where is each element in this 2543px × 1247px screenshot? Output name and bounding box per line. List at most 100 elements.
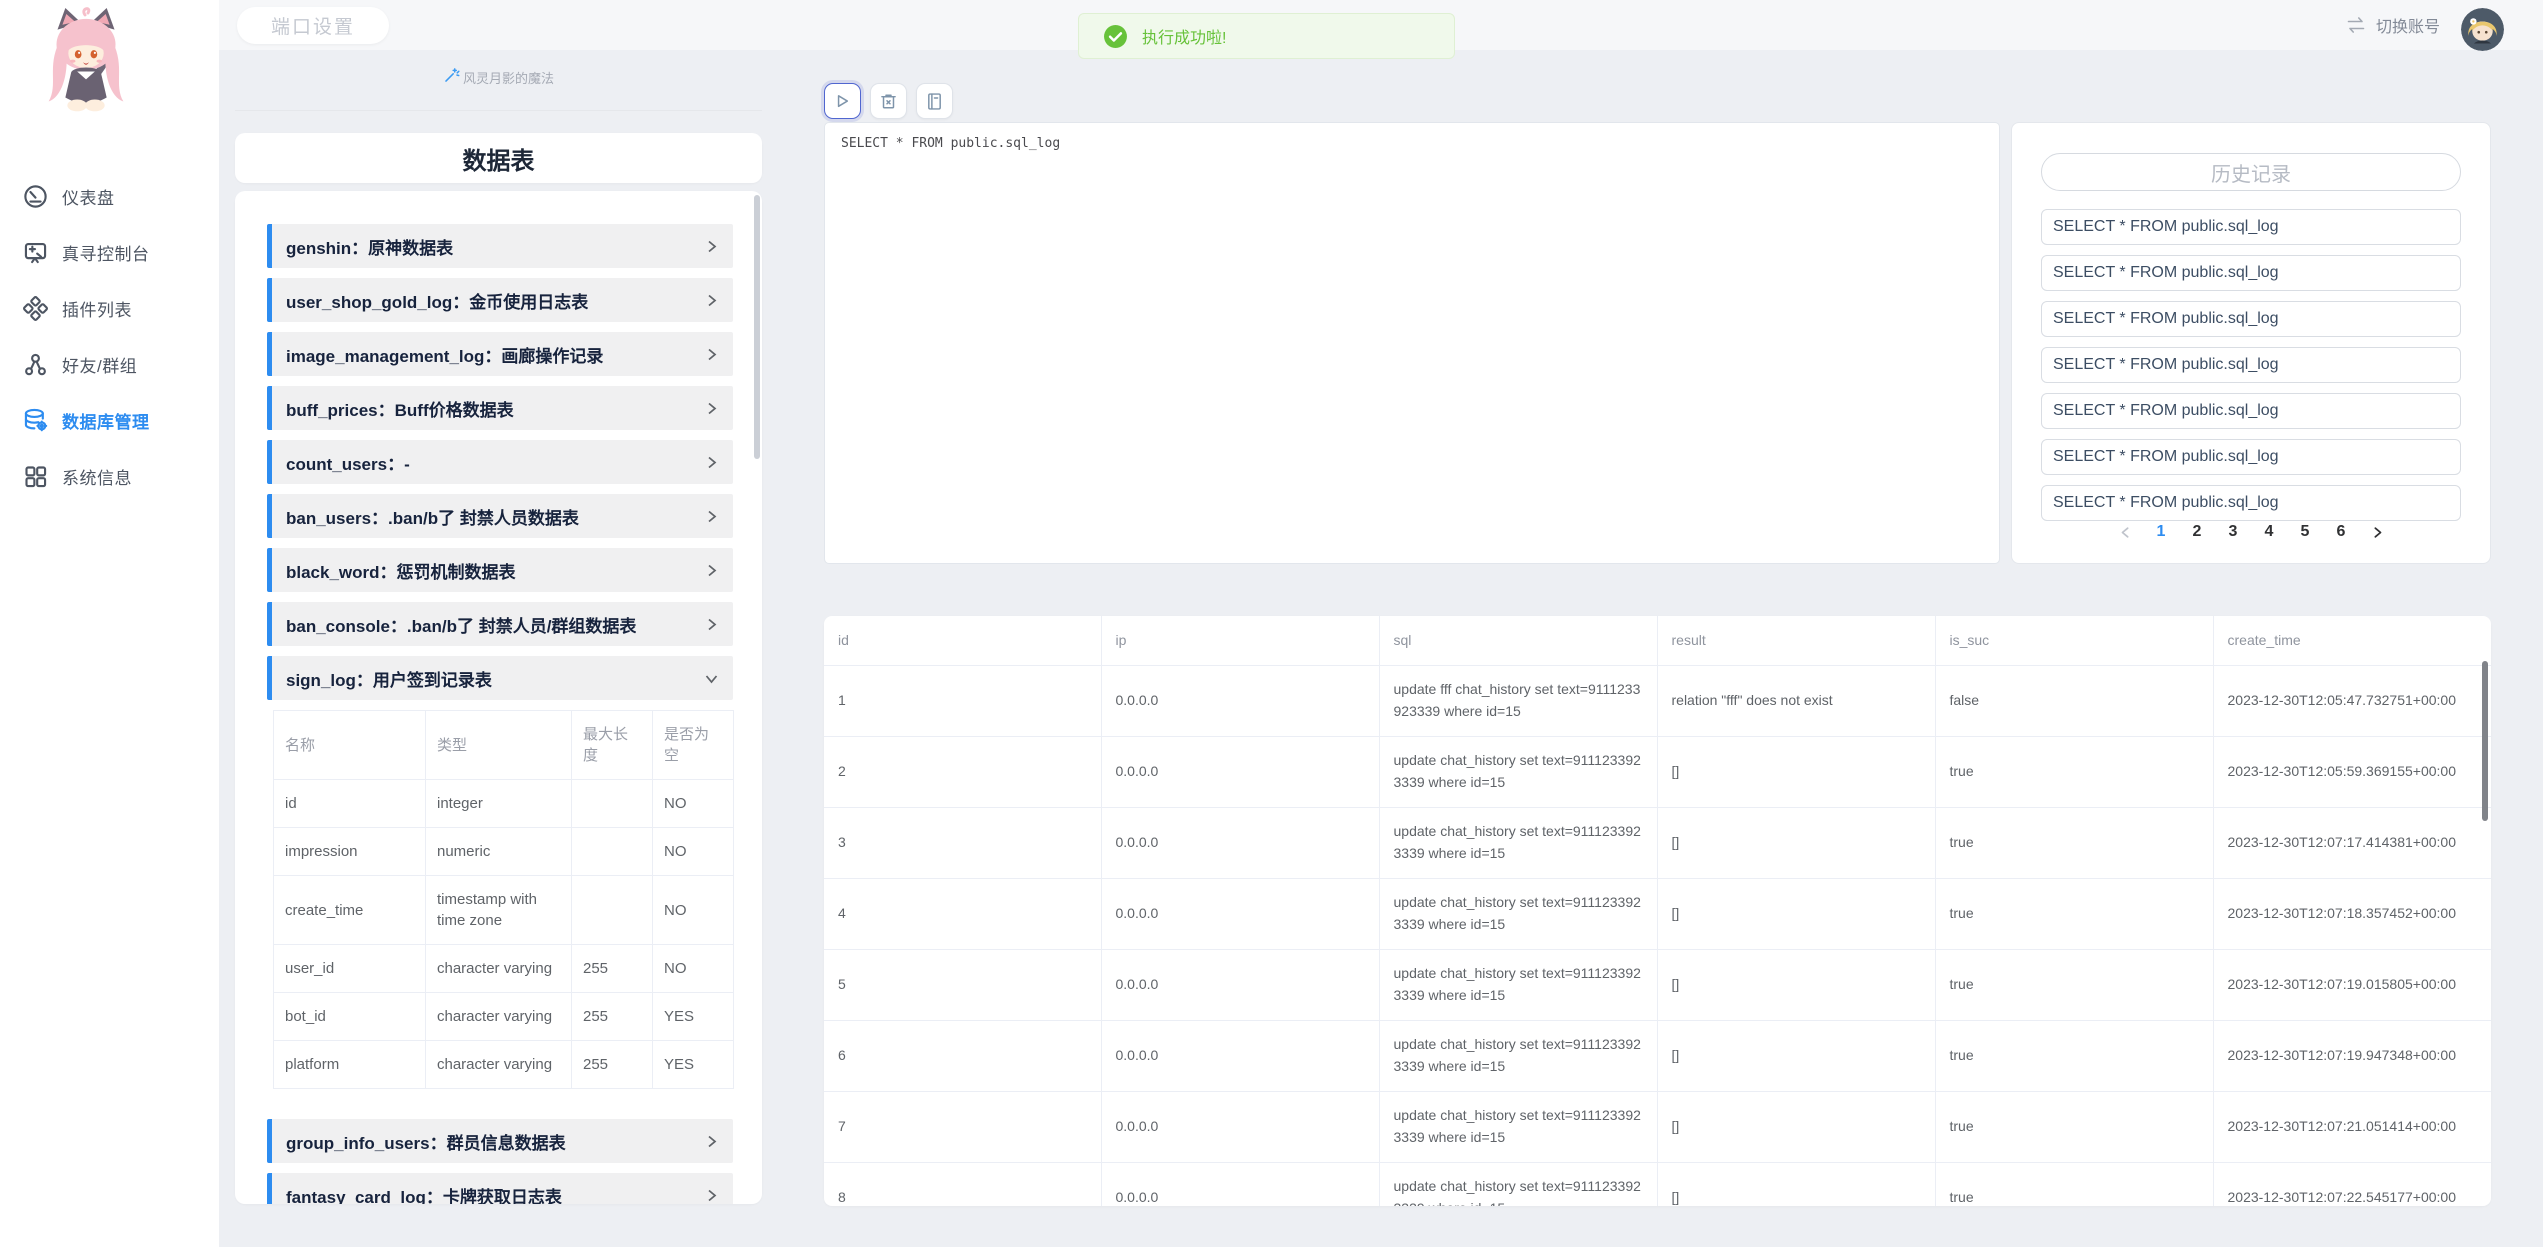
history-title: 历史记录 — [2041, 153, 2461, 191]
cell-result: [] — [1657, 949, 1935, 1020]
history-log-button[interactable] — [916, 83, 953, 119]
console-icon — [22, 239, 49, 266]
tables-scrollbar[interactable] — [754, 195, 760, 459]
page-button-2[interactable]: 2 — [2186, 523, 2208, 541]
cell-sql: update chat_history set text=91112339233… — [1379, 736, 1657, 807]
column-header-create-time: create_time — [2213, 616, 2491, 665]
table-item-genshin[interactable]: genshin：原神数据表 — [267, 224, 733, 268]
cell-result: [] — [1657, 1091, 1935, 1162]
cell-result: [] — [1657, 1162, 1935, 1206]
cell-is-suc: true — [1935, 878, 2213, 949]
sidebar-item-dashboard[interactable]: 仪表盘 — [0, 168, 219, 224]
cell-create-time: 2023-12-30T12:05:47.732751+00:00 — [2213, 665, 2491, 736]
sidebar-item-label: 真寻控制台 — [62, 240, 150, 265]
chevron-right-icon — [704, 347, 719, 362]
cell-is-suc: true — [1935, 1020, 2213, 1091]
history-item[interactable]: SELECT * FROM public.sql_log — [2041, 439, 2461, 475]
chevron-right-icon — [704, 455, 719, 470]
table-item-group-info-users[interactable]: group_info_users：群员信息数据表 — [267, 1119, 733, 1163]
page-button-5[interactable]: 5 — [2294, 523, 2316, 541]
prev-page-button[interactable] — [2114, 526, 2136, 539]
table-item-fantasy-card-log[interactable]: fantasy_card_log：卡牌获取日志表 — [267, 1173, 733, 1204]
table-item-ban-console[interactable]: ban_console：.ban/b了 封禁人员/群组数据表 — [267, 602, 733, 646]
cell-ip: 0.0.0.0 — [1101, 878, 1379, 949]
history-item[interactable]: SELECT * FROM public.sql_log — [2041, 485, 2461, 521]
table-item-black-word[interactable]: black_word：惩罚机制数据表 — [267, 548, 733, 592]
table-row: 2 0.0.0.0 update chat_history set text=9… — [824, 736, 2491, 807]
history-item[interactable]: SELECT * FROM public.sql_log — [2041, 255, 2461, 291]
sql-toolbar — [824, 83, 962, 119]
switch-account-label: 切换账号 — [2376, 13, 2440, 37]
bot-logo — [28, 6, 146, 134]
cell-id: 6 — [824, 1020, 1101, 1091]
cell-sql: update chat_history set text=91112339233… — [1379, 1162, 1657, 1206]
table-row: 4 0.0.0.0 update chat_history set text=9… — [824, 878, 2491, 949]
watermark-text: 风灵月影的魔法 — [463, 68, 554, 87]
schema-row: platformcharacter varying255YES — [274, 1041, 734, 1089]
results-scrollbar[interactable] — [2482, 661, 2488, 821]
divider — [235, 110, 762, 111]
port-settings-button[interactable]: 端口设置 — [237, 7, 389, 44]
page-button-6[interactable]: 6 — [2330, 523, 2352, 541]
run-query-button[interactable] — [824, 83, 861, 119]
sidebar-item-plugins[interactable]: 插件列表 — [0, 280, 219, 336]
tables-list: genshin：原神数据表 user_shop_gold_log：金币使用日志表… — [235, 191, 762, 1204]
sign-log-schema: 名称 类型 最大长度 是否为空 idintegerNO impressionnu… — [273, 710, 733, 1089]
chevron-right-icon — [704, 239, 719, 254]
sidebar-item-label: 仪表盘 — [62, 184, 115, 209]
sidebar-item-friends-groups[interactable]: 好友/群组 — [0, 336, 219, 392]
cell-ip: 0.0.0.0 — [1101, 949, 1379, 1020]
cell-create-time: 2023-12-30T12:05:59.369155+00:00 — [2213, 736, 2491, 807]
chevron-right-icon — [704, 401, 719, 416]
table-item-ban-users[interactable]: ban_users：.ban/b了 封禁人员数据表 — [267, 494, 733, 538]
success-toast: 执行成功啦! — [1078, 13, 1455, 59]
cell-result: relation "fff" does not exist — [1657, 665, 1935, 736]
sql-editor-input[interactable]: SELECT * FROM public.sql_log — [824, 122, 2000, 564]
table-item-image-management-log[interactable]: image_management_log：画廊操作记录 — [267, 332, 733, 376]
switch-account-button[interactable]: 切换账号 — [2344, 0, 2440, 50]
results-header-row: id ip sql result is_suc create_time — [824, 616, 2491, 665]
notebook-icon — [924, 91, 945, 112]
table-item-sign-log[interactable]: sign_log：用户签到记录表 — [267, 656, 733, 700]
schema-row: create_timetimestamp with time zoneNO — [274, 876, 734, 945]
cell-result: [] — [1657, 878, 1935, 949]
cell-is-suc: true — [1935, 807, 2213, 878]
sidebar-item-system-info[interactable]: 系统信息 — [0, 448, 219, 504]
results-body: 1 0.0.0.0 update fff chat_history set te… — [824, 665, 2491, 1206]
page-button-4[interactable]: 4 — [2258, 523, 2280, 541]
history-item[interactable]: SELECT * FROM public.sql_log — [2041, 393, 2461, 429]
history-item[interactable]: SELECT * FROM public.sql_log — [2041, 209, 2461, 245]
table-row: 5 0.0.0.0 update chat_history set text=9… — [824, 949, 2491, 1020]
page-button-3[interactable]: 3 — [2222, 523, 2244, 541]
column-header-is-suc: is_suc — [1935, 616, 2213, 665]
table-item-buff-prices[interactable]: buff_prices：Buff价格数据表 — [267, 386, 733, 430]
history-item[interactable]: SELECT * FROM public.sql_log — [2041, 301, 2461, 337]
column-header-ip: ip — [1101, 616, 1379, 665]
cell-ip: 0.0.0.0 — [1101, 665, 1379, 736]
trash-icon — [878, 91, 899, 112]
cell-create-time: 2023-12-30T12:07:18.357452+00:00 — [2213, 878, 2491, 949]
clear-button[interactable] — [870, 83, 907, 119]
table-row: 8 0.0.0.0 update chat_history set text=9… — [824, 1162, 2491, 1206]
cell-sql: update chat_history set text=91112339233… — [1379, 1091, 1657, 1162]
next-page-button[interactable] — [2366, 526, 2388, 539]
sidebar-menu: 仪表盘 真寻控制台 插件列表 好友/群组 数据库管理 系统信息 — [0, 168, 219, 504]
cell-is-suc: true — [1935, 736, 2213, 807]
toast-message: 执行成功啦! — [1142, 24, 1226, 48]
table-item-count-users[interactable]: count_users：- — [267, 440, 733, 484]
cell-create-time: 2023-12-30T12:07:19.015805+00:00 — [2213, 949, 2491, 1020]
sidebar-item-database[interactable]: 数据库管理 — [0, 392, 219, 448]
schema-header: 名称 — [274, 711, 426, 780]
cell-create-time: 2023-12-30T12:07:17.414381+00:00 — [2213, 807, 2491, 878]
sidebar-item-console[interactable]: 真寻控制台 — [0, 224, 219, 280]
cell-ip: 0.0.0.0 — [1101, 1162, 1379, 1206]
table-item-user-shop-gold-log[interactable]: user_shop_gold_log：金币使用日志表 — [267, 278, 733, 322]
page-button-1[interactable]: 1 — [2150, 523, 2172, 541]
cell-id: 2 — [824, 736, 1101, 807]
user-avatar[interactable] — [2461, 8, 2504, 51]
sidebar-item-label: 数据库管理 — [62, 408, 150, 433]
schema-header: 最大长度 — [572, 711, 653, 780]
cell-id: 4 — [824, 878, 1101, 949]
database-icon — [22, 407, 49, 434]
history-item[interactable]: SELECT * FROM public.sql_log — [2041, 347, 2461, 383]
